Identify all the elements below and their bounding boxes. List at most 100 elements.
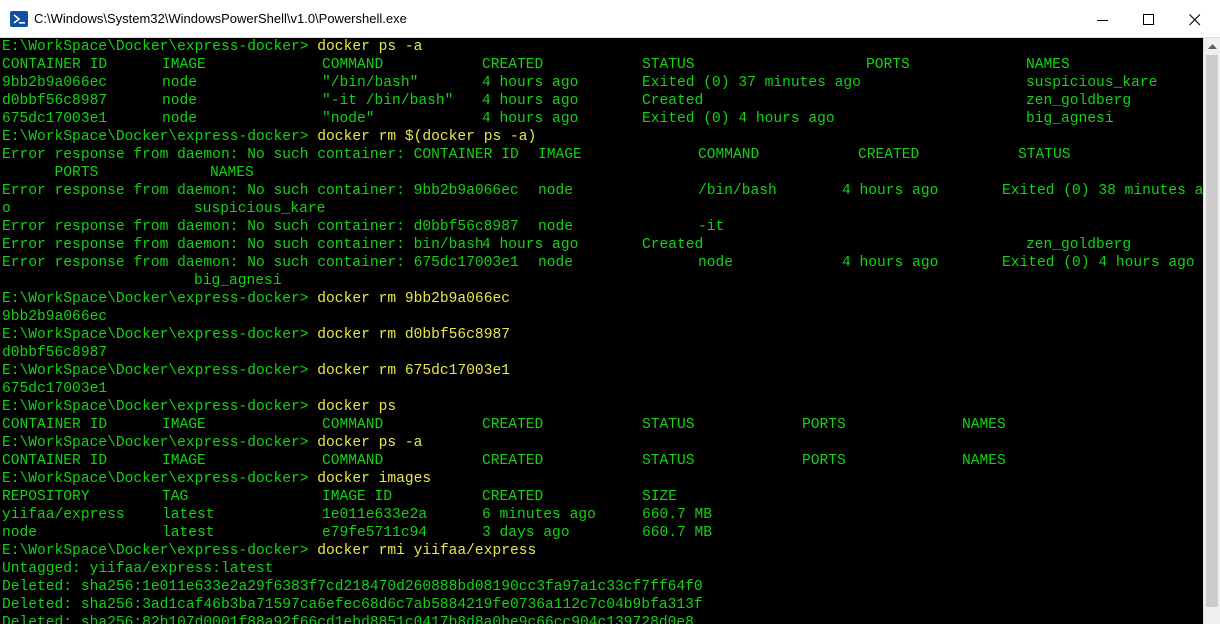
output-cell: Exited (0) 4 hours ago bbox=[1002, 255, 1195, 271]
output-cell: Error response from daemon: No such cont… bbox=[2, 219, 519, 235]
output-line: Deleted: sha256:82b107d0001f88a92f66cd1e… bbox=[2, 615, 694, 624]
output-row: Error response from daemon: No such cont… bbox=[2, 182, 1203, 200]
output-cell: IMAGE bbox=[162, 417, 206, 433]
output-cell: node bbox=[162, 75, 198, 91]
output-cell: /bin/bash bbox=[698, 183, 777, 199]
output-cell: Exited (0) 37 minutes ago bbox=[642, 75, 861, 91]
console-output[interactable]: E:\WorkSpace\Docker\express-docker> dock… bbox=[0, 38, 1203, 624]
output-cell: 675dc17003e1 bbox=[2, 111, 108, 127]
minimize-icon bbox=[1097, 20, 1108, 21]
output-cell: 4 hours ago bbox=[482, 111, 579, 127]
command-text: docker rmi yiifaa/express bbox=[317, 543, 537, 559]
maximize-icon bbox=[1143, 14, 1154, 25]
output-cell: Created bbox=[642, 237, 704, 253]
output-cell: CREATED bbox=[482, 57, 544, 73]
output-line: 9bb2b9a066ec bbox=[2, 309, 108, 325]
output-row: 9bb2b9a066ec node "/bin/bash" 4 hours ago Ex… bbox=[2, 74, 1203, 92]
scroll-thumb[interactable] bbox=[1206, 55, 1218, 607]
output-cell: big_agnesi bbox=[1026, 111, 1114, 127]
output-row: CONTAINER ID IMAGE COMMAND CREATED STATUS POR… bbox=[2, 56, 1203, 74]
command-text: docker rm 9bb2b9a066ec bbox=[317, 291, 510, 307]
output-cell: 660.7 MB bbox=[642, 507, 713, 523]
command-text: docker rm d0bbf56c8987 bbox=[317, 327, 510, 343]
output-cell: COMMAND bbox=[322, 57, 384, 73]
output-cell: PORTS bbox=[802, 417, 846, 433]
output-cell: IMAGE bbox=[162, 453, 206, 469]
powershell-icon[interactable] bbox=[10, 11, 28, 27]
prompt-line: E:\WorkSpace\Docker\express-docker> dock… bbox=[2, 38, 1203, 56]
command-text: docker ps bbox=[317, 399, 397, 415]
output-cell: 660.7 MB bbox=[642, 525, 713, 541]
command-text: docker ps -a bbox=[317, 435, 423, 451]
output-row: PORTS NAMES bbox=[2, 164, 1203, 182]
output-cell: SIZE bbox=[642, 489, 678, 505]
prompt-line: E:\WorkSpace\Docker\express-docker> dock… bbox=[2, 470, 1203, 488]
output-cell: CONTAINER ID bbox=[2, 417, 108, 433]
output-row: big_agnesi bbox=[2, 272, 1203, 290]
output-cell: big_agnesi bbox=[194, 273, 282, 289]
output-row: Error response from daemon: No such cont… bbox=[2, 146, 1203, 164]
output-cell: "node" bbox=[322, 111, 375, 127]
output-cell: NAMES bbox=[962, 453, 1006, 469]
output-cell: STATUS bbox=[642, 57, 695, 73]
output-cell: CONTAINER ID bbox=[2, 57, 108, 73]
prompt-path: E:\WorkSpace\Docker\express-docker> bbox=[2, 543, 309, 559]
output-cell: 4 hours ago bbox=[482, 237, 579, 253]
close-icon bbox=[1189, 14, 1201, 26]
output-cell: Exited (0) 38 minutes ag bbox=[1002, 183, 1203, 199]
close-button[interactable] bbox=[1172, 3, 1218, 37]
output-cell: 4 hours ago bbox=[842, 255, 939, 271]
command-text: docker rm 675dc17003e1 bbox=[317, 363, 510, 379]
output-cell: node bbox=[698, 255, 734, 271]
output-cell: CREATED bbox=[482, 489, 544, 505]
output-cell: suspicious_kare bbox=[194, 201, 326, 217]
output-cell: "/bin/bash" bbox=[322, 75, 419, 91]
chevron-up-icon bbox=[1208, 44, 1217, 49]
command-text: docker images bbox=[317, 471, 432, 487]
output-row: 675dc17003e1 node "node" 4 hours ago Exited … bbox=[2, 110, 1203, 128]
output-cell: Exited (0) 4 hours ago bbox=[642, 111, 835, 127]
output-cell: node bbox=[538, 219, 574, 235]
output-line: d0bbf56c8987 bbox=[2, 345, 108, 361]
output-line: Untagged: yiifaa/express:latest bbox=[2, 561, 274, 577]
minimize-button[interactable] bbox=[1080, 3, 1126, 37]
prompt-line: E:\WorkSpace\Docker\express-docker> dock… bbox=[2, 128, 1203, 146]
title-bar[interactable]: C:\Windows\System32\WindowsPowerShell\v1… bbox=[0, 0, 1220, 38]
prompt-line: E:\WorkSpace\Docker\express-docker> dock… bbox=[2, 326, 1203, 344]
output-row: CONTAINER ID IMAGE COMMAND CREATED STATUS POR… bbox=[2, 416, 1203, 434]
output-cell: Error response from daemon: No such cont… bbox=[2, 255, 519, 271]
vertical-scrollbar[interactable] bbox=[1203, 38, 1220, 624]
output-line: Deleted: sha256:1e011e633e2a29f6383f7cd2… bbox=[2, 579, 703, 595]
prompt-path: E:\WorkSpace\Docker\express-docker> bbox=[2, 39, 309, 55]
prompt-path: E:\WorkSpace\Docker\express-docker> bbox=[2, 129, 309, 145]
prompt-path: E:\WorkSpace\Docker\express-docker> bbox=[2, 471, 309, 487]
output-line: Deleted: sha256:3ad1caf46b3ba71597ca6efe… bbox=[2, 597, 703, 613]
output-cell: 1e011e633e2a bbox=[322, 507, 428, 523]
output-cell: COMMAND bbox=[322, 417, 384, 433]
output-cell: "-it /bin/bash" bbox=[322, 93, 454, 109]
output-cell: Error response from daemon: No such cont… bbox=[2, 237, 484, 253]
output-cell: node bbox=[162, 111, 198, 127]
maximize-button[interactable] bbox=[1126, 3, 1172, 37]
scroll-up-button[interactable] bbox=[1204, 38, 1220, 55]
prompt-path: E:\WorkSpace\Docker\express-docker> bbox=[2, 327, 309, 343]
output-cell: COMMAND bbox=[698, 147, 760, 163]
output-cell: PORTS bbox=[802, 453, 846, 469]
prompt-path: E:\WorkSpace\Docker\express-docker> bbox=[2, 399, 309, 415]
output-cell: -it bbox=[698, 219, 725, 235]
output-row: REPOSITORY TAG IMAGE ID CREATED SIZE bbox=[2, 488, 1203, 506]
output-cell: e79fe5711c94 bbox=[322, 525, 428, 541]
prompt-line: E:\WorkSpace\Docker\express-docker> dock… bbox=[2, 290, 1203, 308]
output-cell: 4 hours ago bbox=[842, 183, 939, 199]
prompt-path: E:\WorkSpace\Docker\express-docker> bbox=[2, 363, 309, 379]
output-cell: zen_goldberg bbox=[1026, 237, 1132, 253]
output-cell: Error response from daemon: No such cont… bbox=[2, 183, 519, 199]
output-cell: REPOSITORY bbox=[2, 489, 90, 505]
output-line: 675dc17003e1 bbox=[2, 381, 108, 397]
output-cell: zen_goldberg bbox=[1026, 93, 1132, 109]
output-cell: Created bbox=[642, 93, 704, 109]
prompt-line: E:\WorkSpace\Docker\express-docker> dock… bbox=[2, 434, 1203, 452]
output-row: Error response from daemon: No such cont… bbox=[2, 254, 1203, 272]
output-cell: node bbox=[538, 183, 574, 199]
output-cell: STATUS bbox=[642, 417, 695, 433]
